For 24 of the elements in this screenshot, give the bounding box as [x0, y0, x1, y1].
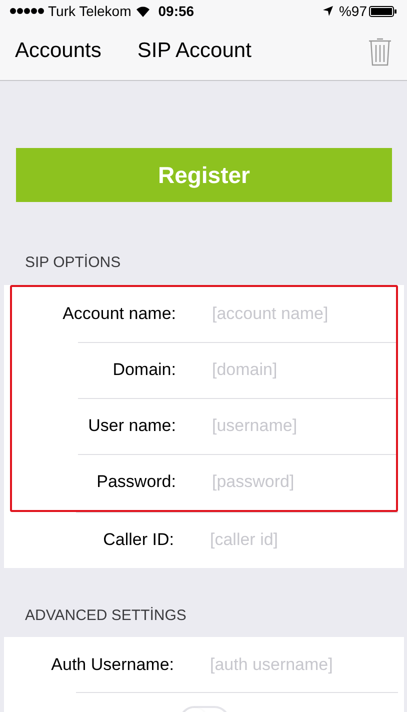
text-field[interactable]: [username] — [212, 413, 392, 439]
back-button[interactable]: Accounts — [15, 35, 102, 67]
field-label: Auth Username: — [50, 654, 174, 676]
clock-time: 09:56 — [158, 2, 194, 20]
battery-percent: %97 — [338, 2, 367, 20]
battery-icon — [369, 6, 397, 16]
text-field[interactable]: [account name] — [212, 301, 392, 327]
text-field[interactable]: [auth username] — [210, 652, 390, 678]
text-field[interactable]: [password] — [212, 469, 392, 495]
trash-icon[interactable] — [368, 36, 392, 66]
carrier-name: Turk Telekom — [48, 2, 132, 20]
field-label: Password: — [96, 471, 176, 494]
field-label: Domain: — [112, 359, 176, 382]
location-arrow-icon — [322, 6, 333, 16]
text-field[interactable]: [caller id] — [210, 527, 390, 553]
signal-icon — [10, 8, 44, 14]
field-label: Account name: — [62, 303, 176, 326]
field-label: Caller ID: — [102, 529, 174, 552]
wifi-icon — [136, 6, 150, 16]
section-header: SIP OPTİONS — [24, 253, 122, 273]
nav-title: SIP Account — [137, 38, 252, 64]
section-header: ADVANCED SETTİNGS — [24, 606, 188, 626]
field-label: User name: — [87, 415, 176, 438]
text-field[interactable]: [domain] — [212, 357, 392, 383]
